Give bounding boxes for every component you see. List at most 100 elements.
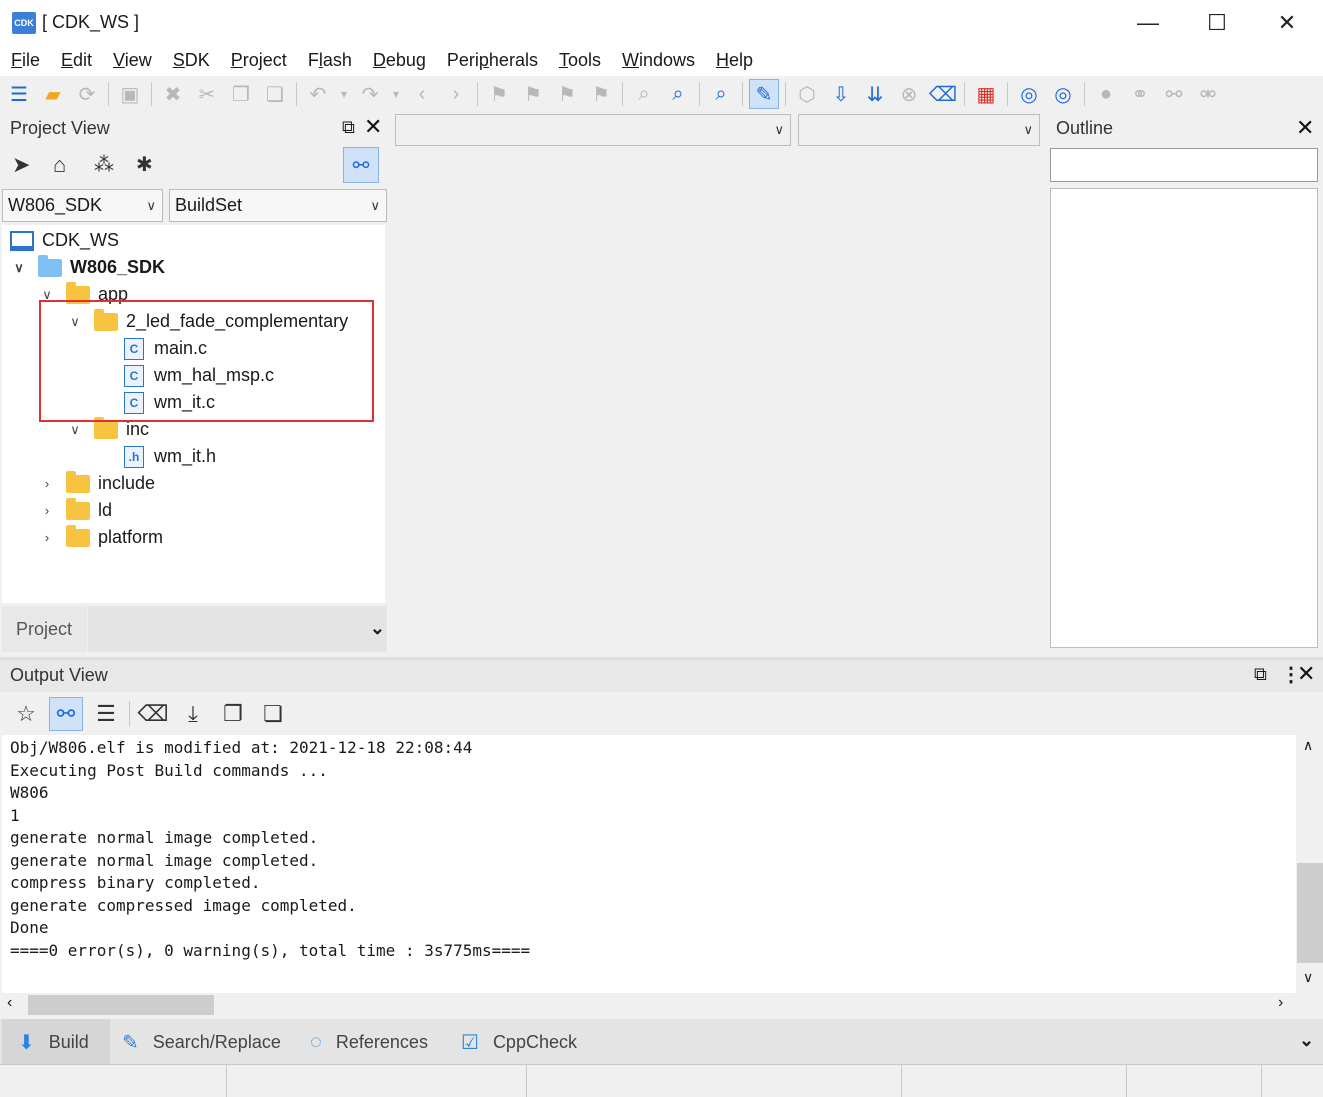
redo-icon[interactable]: ↷ (355, 79, 385, 109)
debug-attach-icon[interactable]: ◎ (1048, 79, 1078, 109)
search-icon[interactable]: ⌕ (706, 79, 736, 109)
menu-item[interactable]: File (0, 46, 50, 76)
flash-download-icon[interactable]: ▦ (971, 79, 1001, 109)
float-panel-icon[interactable]: ⧉ (1254, 664, 1267, 685)
menu-item[interactable]: Edit (50, 46, 102, 76)
open-folder-icon[interactable]: ▰ (38, 79, 68, 109)
tab-project[interactable]: Project (2, 606, 87, 652)
debug-stop-icon[interactable]: ● (1091, 79, 1121, 109)
vertical-scrollbar[interactable]: ∧ ∨ (1297, 735, 1323, 993)
tree-item-file[interactable]: .h wm_it.h (124, 443, 216, 470)
collapse-icon[interactable]: ⁂ (94, 152, 114, 177)
tab-cppcheck[interactable]: ☑ CppCheck (461, 1022, 577, 1062)
tree-item-platform[interactable]: › platform (40, 524, 163, 551)
paste-output-icon[interactable]: ❏ (256, 697, 290, 731)
sdk-select[interactable]: W806_SDK ∨ (2, 189, 163, 222)
cut-icon[interactable]: ✂ (192, 79, 222, 109)
tree-item-project[interactable]: ∨ W806_SDK (12, 254, 165, 281)
package-icon[interactable]: ⬡ (792, 79, 822, 109)
undo-dropdown-icon[interactable]: ▾ (337, 79, 351, 109)
tab-search-replace[interactable]: ✎ Search/Replace (122, 1022, 281, 1062)
menu-item[interactable]: Windows (611, 46, 705, 76)
star-icon[interactable]: ☆ (9, 697, 43, 731)
back-icon[interactable]: ‹ (407, 79, 437, 109)
menu-item[interactable]: View (102, 46, 162, 76)
tree-item-file[interactable]: C wm_it.c (124, 389, 215, 416)
stop-build-icon[interactable]: ⊗ (894, 79, 924, 109)
rebuild-icon[interactable]: ⇊ (860, 79, 890, 109)
menu-item[interactable]: Peripherals (436, 46, 548, 76)
minimize-button[interactable]: — (1113, 0, 1183, 46)
chevron-right-icon[interactable]: › (40, 503, 54, 518)
wrap-icon[interactable]: ☰ (89, 697, 123, 731)
forward-icon[interactable]: › (441, 79, 471, 109)
buildset-select[interactable]: BuildSet ∨ (169, 189, 387, 222)
menu-item[interactable]: Tools (548, 46, 611, 76)
bookmark-next-icon[interactable]: ⚑ (518, 79, 548, 109)
delete-icon[interactable]: ✖ (158, 79, 188, 109)
scrollbar-thumb[interactable] (1297, 863, 1323, 963)
debug-disconnect-icon[interactable]: ⚮ (1193, 79, 1223, 109)
chevron-down-icon[interactable]: ∨ (12, 260, 26, 276)
copy-output-icon[interactable]: ❐ (216, 697, 250, 731)
undo-icon[interactable]: ↶ (303, 79, 333, 109)
scroll-left-icon[interactable]: ‹ (7, 994, 12, 1012)
debug-connect-icon[interactable]: ⚯ (1159, 79, 1189, 109)
save-output-icon[interactable]: ⤓ (176, 697, 210, 731)
debug-link-icon[interactable]: ⚭ (1125, 79, 1155, 109)
tree-item-led-folder[interactable]: ∨ 2_led_fade_complementary (68, 308, 348, 335)
chevron-right-icon[interactable]: › (40, 530, 54, 545)
reload-icon[interactable]: ⟳ (72, 79, 102, 109)
home-icon[interactable]: ⌂ (53, 152, 66, 178)
clean-icon[interactable]: ⌫ (928, 79, 958, 109)
chevron-down-icon[interactable]: ⌄ (370, 618, 385, 639)
bookmark-prev-icon[interactable]: ⚑ (552, 79, 582, 109)
scroll-up-icon[interactable]: ∧ (1303, 737, 1313, 754)
output-console[interactable]: Obj/W806.elf is modified at: 2021-12-18 … (2, 735, 1296, 993)
menu-item[interactable]: Help (705, 46, 763, 76)
editor-symbol-select[interactable]: ∨ (798, 114, 1040, 146)
editor-scope-select[interactable]: ∨ (395, 114, 791, 146)
redo-dropdown-icon[interactable]: ▾ (389, 79, 403, 109)
build-config-icon[interactable]: ✎ (749, 79, 779, 109)
tree-item-inc[interactable]: ∨ inc (68, 416, 149, 443)
link-editor-icon[interactable]: ⚯ (343, 147, 379, 183)
close-window-button[interactable]: ✕ (1252, 0, 1322, 46)
tree-item-ld[interactable]: › ld (40, 497, 112, 524)
menu-item[interactable]: Flash (297, 46, 362, 76)
paste-icon[interactable]: ❏ (260, 79, 290, 109)
save-icon[interactable]: ▣ (115, 79, 145, 109)
clear-output-icon[interactable]: ⌫ (136, 697, 170, 731)
locate-icon[interactable]: ➤ (12, 152, 30, 178)
tree-item-app[interactable]: ∨ app (40, 281, 128, 308)
bug-icon[interactable]: ✱ (136, 152, 153, 177)
close-outline-icon[interactable]: ✕ (1296, 115, 1314, 141)
tree-item-file[interactable]: C main.c (124, 335, 207, 362)
maximize-button[interactable]: ☐ (1182, 0, 1252, 46)
debug-start-icon[interactable]: ◎ (1014, 79, 1044, 109)
close-panel-icon[interactable]: ✕ (364, 114, 382, 140)
find-icon[interactable]: ⌕ (629, 79, 659, 109)
menu-item[interactable]: SDK (162, 46, 220, 76)
find-in-files-icon[interactable]: ⌕ (663, 79, 693, 109)
new-file-icon[interactable]: ☰ (4, 79, 34, 109)
tab-references[interactable]: ◌ References (310, 1022, 428, 1062)
outline-filter-input[interactable] (1050, 148, 1318, 182)
horizontal-scrollbar[interactable]: ‹ › (2, 993, 1297, 1017)
scrollbar-thumb[interactable] (28, 995, 214, 1015)
chevron-down-icon[interactable]: ∨ (68, 314, 82, 330)
tab-build[interactable]: ⬇ Build (18, 1022, 89, 1062)
scroll-right-icon[interactable]: › (1278, 994, 1283, 1012)
bookmark-clear-icon[interactable]: ⚑ (586, 79, 616, 109)
float-panel-icon[interactable]: ⧉ (342, 117, 355, 138)
tree-item-include[interactable]: › include (40, 470, 155, 497)
bookmark-icon[interactable]: ⚑ (484, 79, 514, 109)
menu-item[interactable]: Project (220, 46, 297, 76)
close-output-icon[interactable]: ✕ (1297, 661, 1315, 687)
chevron-down-icon[interactable]: ⌄ (1299, 1030, 1314, 1051)
tree-item-workspace[interactable]: CDK_WS (10, 227, 119, 254)
build-icon[interactable]: ⇩ (826, 79, 856, 109)
link-icon[interactable]: ⚯ (49, 696, 83, 731)
menu-item[interactable]: Debug (362, 46, 436, 76)
chevron-down-icon[interactable]: ∨ (40, 287, 54, 303)
